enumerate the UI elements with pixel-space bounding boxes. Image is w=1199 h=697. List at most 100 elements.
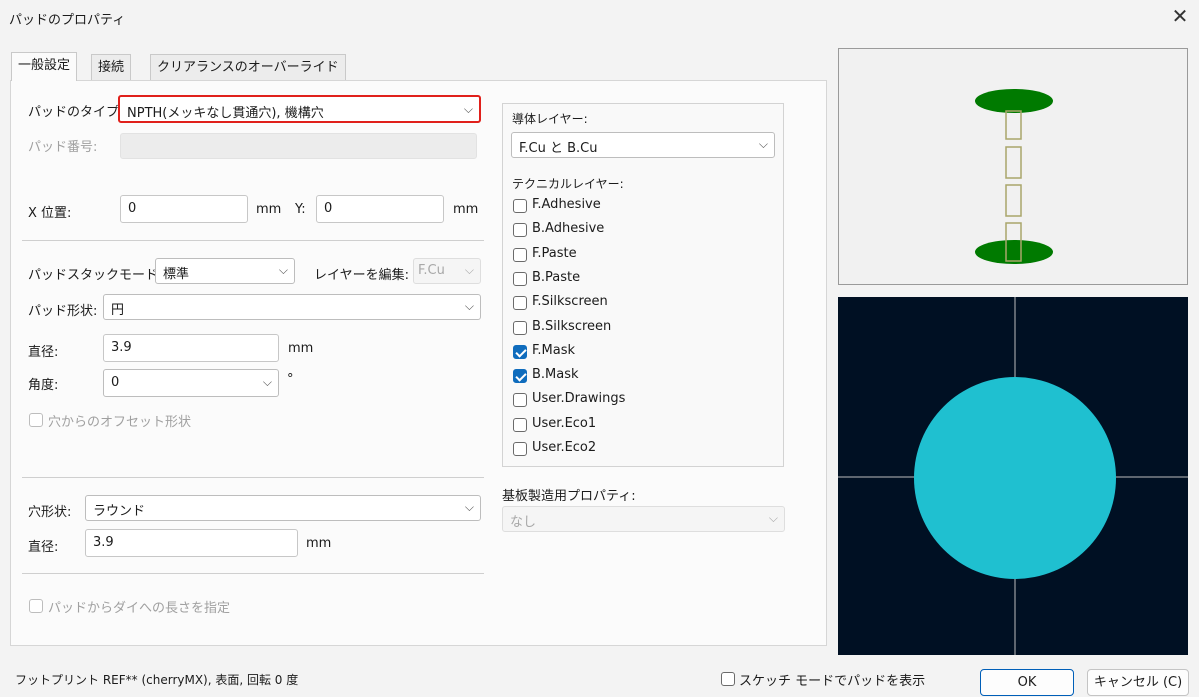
pad-shape-label: パッド形状: (28, 304, 98, 319)
chevron-down-icon: ⌵ (278, 263, 288, 277)
pad-diameter-value: 3.9 (111, 340, 132, 355)
layer-checkbox-label[interactable]: F.Adhesive (532, 197, 601, 212)
angle-value: 0 (111, 375, 120, 390)
chevron-down-icon: ⌵ (758, 137, 768, 151)
layer-checkbox-label[interactable]: User.Eco2 (532, 440, 596, 455)
ok-button[interactable]: OK (980, 669, 1074, 696)
tab-connection[interactable]: 接続 (91, 54, 132, 81)
padstack-mode-select[interactable]: 標準 ⌵ (155, 258, 295, 284)
offset-shape-label: 穴からのオフセット形状 (48, 415, 192, 430)
hole-shape-label: 穴形状: (28, 505, 72, 520)
pad-top-preview (838, 297, 1188, 655)
title-bar (0, 0, 1199, 34)
pad-side-preview (838, 48, 1188, 285)
pad-diameter-label: 直径: (28, 345, 59, 360)
round-pad-shape (914, 377, 1116, 579)
copper-layer-label: 導体レイヤー: (512, 112, 588, 126)
x-position-field[interactable]: 0 (120, 195, 248, 223)
copper-layer-value: F.Cu と B.Cu (519, 141, 598, 156)
layer-checkbox[interactable] (513, 369, 527, 384)
pad-type-select[interactable]: NPTH(メッキなし貫通穴), 機構穴 ⌵ (118, 95, 481, 123)
layer-checkbox-label[interactable]: F.Paste (532, 246, 577, 261)
separator (22, 477, 484, 478)
layer-checkbox[interactable] (513, 344, 527, 359)
layer-checkbox-label[interactable]: B.Paste (532, 270, 580, 285)
padstack-mode-label: パッドスタックモード: (28, 268, 163, 283)
technical-layers-list: F.Adhesive B.Adhesive F.Paste B.Paste F.Silk… (512, 197, 772, 463)
offset-shape-checkbox (29, 413, 43, 427)
layer-checkbox[interactable] (513, 296, 527, 311)
fab-property-select: なし ⌵ (502, 506, 785, 532)
fab-property-value: なし (510, 515, 537, 530)
layer-checkbox-label[interactable]: B.Silkscreen (532, 319, 611, 334)
pad-number-label: パッド番号: (28, 140, 98, 155)
top-pad-shape (975, 89, 1053, 113)
y-position-value: 0 (324, 201, 333, 216)
layer-checkbox[interactable] (513, 199, 527, 213)
chevron-down-icon: ⌵ (262, 375, 272, 389)
layer-checkbox[interactable] (513, 271, 527, 286)
hole-wall-segment (1005, 146, 1022, 179)
edit-layer-select: F.Cu ⌵ (413, 258, 481, 284)
cancel-button[interactable]: キャンセル (C) (1087, 669, 1189, 696)
layer-checkbox[interactable] (513, 442, 527, 456)
angle-label: 角度: (28, 378, 59, 393)
pad-top-view-graphic (838, 297, 1188, 655)
technical-layers-label: テクニカルレイヤー: (512, 177, 624, 191)
pad-shape-select[interactable]: 円 ⌵ (103, 294, 481, 320)
pad-type-label: パッドのタイプ: (28, 105, 124, 120)
close-icon[interactable]: ✕ (1168, 4, 1192, 28)
hole-diameter-field[interactable]: 3.9 (85, 529, 298, 557)
layer-checkbox-label[interactable]: B.Adhesive (532, 221, 604, 236)
layer-checkbox[interactable] (513, 320, 527, 335)
layer-checkbox-label[interactable]: User.Eco1 (532, 416, 596, 431)
angle-combo[interactable]: 0 ⌵ (103, 369, 279, 397)
y-position-field[interactable]: 0 (316, 195, 444, 223)
tab-clearance-override[interactable]: クリアランスのオーバーライド (150, 54, 346, 81)
x-position-label: X 位置: (28, 206, 72, 221)
footprint-status: フットプリント REF** (cherryMX), 表面, 回転 0 度 (15, 673, 299, 687)
chevron-down-icon: ⌵ (464, 500, 474, 514)
hole-wall-segment (1005, 184, 1022, 217)
y-unit-label: mm (453, 202, 479, 217)
copper-layer-select[interactable]: F.Cu と B.Cu ⌵ (511, 132, 775, 158)
die-length-checkbox (29, 599, 43, 613)
layer-checkbox-label[interactable]: B.Mask (532, 367, 579, 382)
fab-property-label: 基板製造用プロパティ: (502, 489, 636, 504)
hole-shape-value: ラウンド (93, 504, 146, 519)
angle-unit: ° (287, 372, 294, 387)
chevron-down-icon: ⌵ (464, 263, 474, 277)
hole-diameter-value: 3.9 (93, 535, 114, 550)
pad-diameter-field[interactable]: 3.9 (103, 334, 279, 362)
layer-checkbox[interactable] (513, 223, 527, 238)
tab-general[interactable]: 一般設定 (11, 52, 78, 81)
chevron-down-icon: ⌵ (768, 511, 778, 525)
x-unit-label: mm (256, 202, 282, 217)
hole-diameter-label: 直径: (28, 540, 59, 555)
x-position-value: 0 (128, 201, 137, 216)
layer-checkbox-label[interactable]: F.Mask (532, 343, 575, 358)
padstack-mode-value: 標準 (163, 267, 190, 282)
hole-shape-select[interactable]: ラウンド ⌵ (85, 495, 481, 521)
edit-layer-label: レイヤーを編集: (314, 268, 409, 283)
edit-layer-value: F.Cu (418, 263, 445, 278)
pad-type-value: NPTH(メッキなし貫通穴), 機構穴 (127, 106, 324, 121)
layer-checkbox-label[interactable]: F.Silkscreen (532, 294, 608, 309)
sketch-mode-checkbox[interactable] (721, 672, 735, 686)
separator (22, 240, 484, 241)
sketch-mode-label[interactable]: スケッチ モードでパッドを表示 (739, 670, 925, 689)
separator (22, 573, 484, 574)
pad-number-field (120, 133, 477, 159)
layer-checkbox[interactable] (513, 417, 527, 432)
pad-shape-value: 円 (111, 303, 125, 318)
pad-side-view-graphic (975, 89, 1053, 264)
layer-checkbox[interactable] (513, 393, 527, 408)
y-position-label: Y: (295, 202, 306, 217)
layer-checkbox-label[interactable]: User.Drawings (532, 391, 625, 406)
hole-diameter-unit: mm (306, 536, 332, 551)
window-title: パッドのプロパティ (9, 13, 126, 28)
layer-checkbox[interactable] (513, 247, 527, 262)
hole-wall-segment (1005, 110, 1022, 140)
die-length-label: パッドからダイへの長さを指定 (48, 601, 231, 616)
pad-diameter-unit: mm (288, 341, 314, 356)
